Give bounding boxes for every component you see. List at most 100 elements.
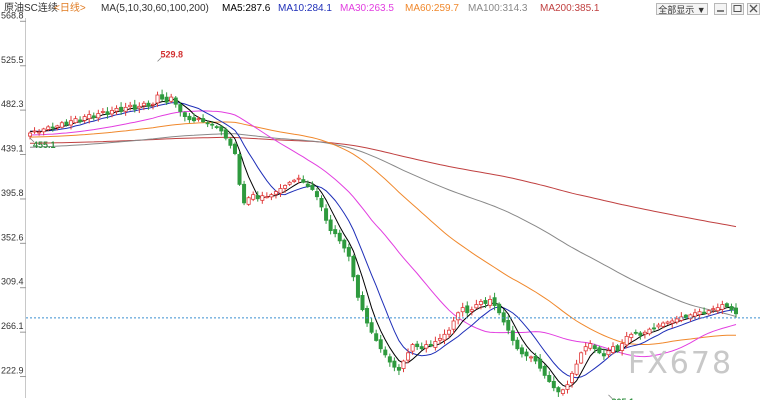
- candle-body: [360, 295, 365, 311]
- candle-body: [96, 113, 101, 119]
- ma200-line: [30, 136, 737, 228]
- candle-body: [305, 183, 310, 187]
- minimize-button[interactable]: [714, 3, 727, 15]
- candle-body: [592, 345, 597, 350]
- candle-body: [292, 179, 297, 182]
- candle-body: [264, 196, 269, 199]
- candle-body: [706, 310, 711, 315]
- candle-body: [433, 341, 438, 348]
- candle-body: [661, 322, 666, 327]
- ma30-line: [29, 110, 737, 358]
- candle-body: [620, 343, 625, 351]
- maximize-button[interactable]: [731, 3, 744, 15]
- candle-body: [160, 94, 165, 100]
- candle-body: [346, 247, 351, 257]
- candle-body: [191, 117, 196, 122]
- candle-body: [78, 119, 83, 123]
- candle-body: [519, 347, 524, 355]
- candle-body: [32, 130, 37, 133]
- candle-body: [497, 303, 502, 314]
- candle-body: [447, 329, 452, 335]
- candle-body: [228, 138, 233, 146]
- ma100-line: [29, 133, 737, 317]
- candle-body: [551, 380, 556, 389]
- indicator-bar: 原油SC连续 <日线> MA(5,10,30,60,100,200) MA5:2…: [0, 0, 760, 18]
- candle-body: [237, 154, 242, 185]
- y-tick-label: 352.6: [1, 232, 24, 242]
- maximize-icon: [733, 5, 742, 12]
- candle-body: [529, 356, 534, 359]
- candle-body: [492, 297, 497, 306]
- candle-body: [702, 311, 707, 315]
- period-label[interactable]: <日线>: [54, 0, 86, 18]
- y-axis: 568.8525.5482.3439.1395.8352.6309.4266.1…: [1, 10, 26, 378]
- candle-body: [278, 188, 283, 194]
- candle-body: [401, 360, 406, 369]
- price-chart: 568.8525.5482.3439.1395.8352.6309.4266.1…: [1, 10, 760, 400]
- candle-body: [128, 104, 133, 108]
- ma-indicator-label[interactable]: MA(5,10,30,60,100,200): [101, 0, 209, 18]
- candle-body: [419, 346, 424, 350]
- candle-body: [178, 104, 183, 112]
- candle-body: [27, 132, 32, 137]
- candle-body: [574, 363, 579, 375]
- candle-body: [150, 103, 155, 106]
- candle-body: [524, 351, 529, 357]
- candle-body: [611, 346, 616, 353]
- moving-average-lines: [29, 99, 737, 388]
- candle-body: [374, 333, 379, 341]
- candle-body: [201, 118, 206, 123]
- candle-body: [296, 177, 301, 180]
- candle-body: [547, 375, 552, 382]
- candle-body: [724, 303, 729, 307]
- candle-body: [123, 106, 128, 112]
- candle-body: [469, 309, 474, 312]
- candle-body: [114, 107, 119, 112]
- candle-body: [146, 102, 151, 107]
- candle-body: [369, 322, 374, 333]
- y-tick-label: 525.5: [1, 55, 24, 65]
- candle-body: [310, 184, 315, 190]
- candle-body: [91, 115, 96, 119]
- y-tick-label: 222.9: [1, 366, 24, 376]
- candle-body: [260, 195, 265, 201]
- candle-body: [109, 110, 114, 115]
- ma30-value: MA30:263.5: [340, 3, 394, 14]
- candle-body: [387, 356, 392, 363]
- candle-body: [100, 111, 105, 113]
- candle-body: [232, 143, 237, 154]
- candle-body: [465, 305, 470, 314]
- close-button[interactable]: [747, 3, 760, 15]
- candle-body: [560, 389, 565, 394]
- candle-body: [301, 179, 306, 183]
- candle-body: [319, 197, 324, 208]
- y-tick-label: 439.1: [1, 143, 24, 153]
- candle-body: [670, 320, 675, 324]
- minimize-icon: [717, 10, 724, 12]
- candle-body: [483, 300, 488, 304]
- candle-body: [141, 102, 146, 107]
- candle-body: [328, 219, 333, 231]
- close-icon: [749, 4, 758, 13]
- ma5-value: MA5:287.6: [222, 3, 271, 14]
- candle-body: [437, 338, 442, 341]
- candle-body: [652, 327, 657, 330]
- candle-body: [392, 360, 397, 368]
- candle-body: [324, 208, 329, 221]
- candle-body: [624, 335, 629, 346]
- candle-body: [410, 344, 415, 352]
- low-price-label: 455.1: [33, 140, 56, 150]
- candle-body: [588, 343, 593, 349]
- candle-body: [355, 275, 360, 298]
- display-dropdown[interactable]: 全部显示 ▼: [656, 3, 708, 15]
- candle-body: [182, 112, 187, 117]
- candle-body: [396, 367, 401, 371]
- candle-body: [456, 312, 461, 321]
- candle-body: [287, 181, 292, 185]
- ma10-value: MA10:284.1: [278, 3, 332, 14]
- candle-body: [415, 343, 420, 348]
- candle-body: [64, 121, 69, 126]
- candle-body: [506, 319, 511, 331]
- candle-body: [533, 355, 538, 362]
- candle-body: [119, 106, 124, 112]
